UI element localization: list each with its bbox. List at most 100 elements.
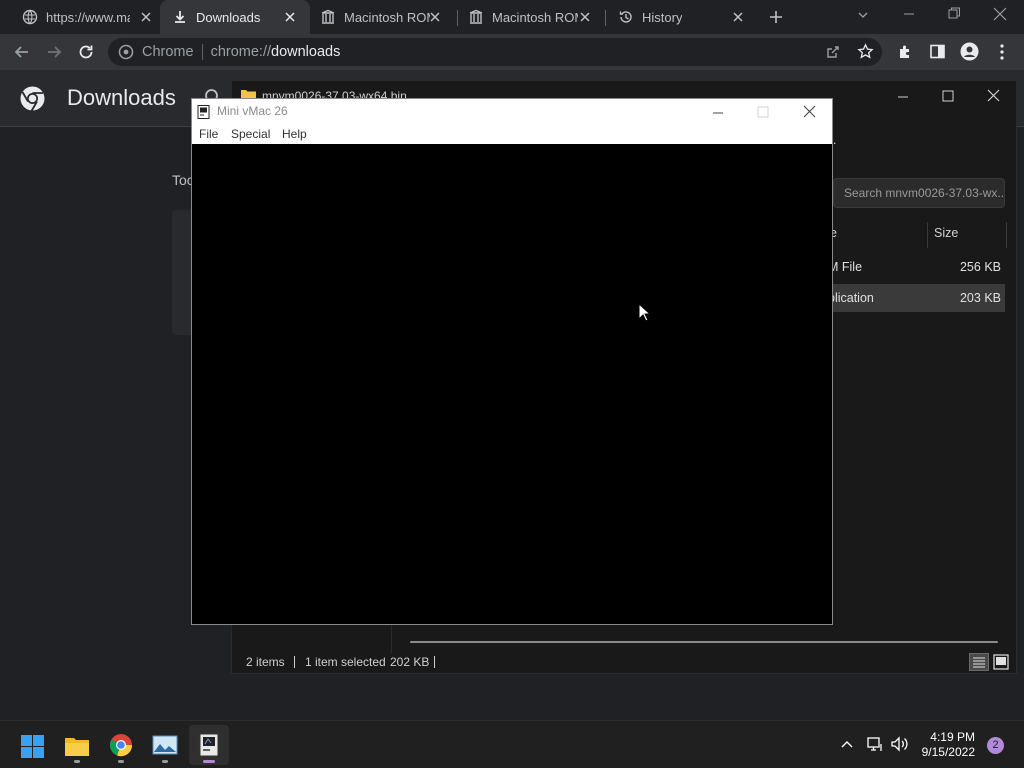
mac-app-icon [197,105,210,119]
taskbar-photos[interactable] [145,725,185,765]
menu-file[interactable]: File [199,127,218,141]
clock-date: 9/15/2022 [921,745,975,759]
url-host: downloads [271,44,341,60]
archive-icon [321,9,335,24]
tab-search-icon[interactable] [856,8,870,22]
column-divider[interactable] [927,222,928,248]
mini-vmac-window: Mini vMac 26 File Special Help [191,98,833,625]
reload-icon[interactable] [77,43,95,61]
explorer-status-bar: 2 items 1 item selected 202 KB [232,649,1018,675]
emulator-screen[interactable] [192,144,832,624]
forward-arrow-icon[interactable] [45,43,63,61]
back-arrow-icon[interactable] [13,43,31,61]
taskbar-chrome[interactable] [101,725,141,765]
page-title: Downloads [67,85,176,110]
file-row[interactable]: M File 256 KB [825,253,1005,281]
file-row-selected[interactable]: plication 203 KB [825,284,1005,312]
globe-icon [22,9,38,25]
chrome-icon [109,734,133,757]
column-divider[interactable] [1006,222,1007,248]
close-icon[interactable] [803,105,816,118]
column-header-size[interactable]: Size [934,226,958,240]
photos-icon [152,735,178,755]
close-tab-icon[interactable] [730,9,746,25]
omnibox-divider [201,44,203,60]
tab-macintosh-rom-1[interactable]: Macintosh ROM [312,0,457,34]
bookmark-star-icon[interactable] [857,43,874,60]
details-view-button[interactable] [969,653,989,671]
running-indicator [118,760,124,763]
close-tab-icon[interactable] [138,9,154,25]
status-selected-size: 202 KB [390,655,430,669]
mini-vmac-menubar: File Special Help [192,125,832,144]
horizontal-scrollbar[interactable] [410,641,998,643]
details-view-icon [973,657,985,668]
menu-help[interactable]: Help [282,127,307,141]
window-minimize-icon[interactable] [903,8,915,20]
profile-avatar-icon[interactable] [960,42,979,61]
minimize-icon[interactable] [897,91,909,103]
mini-vmac-titlebar[interactable]: Mini vMac 26 [192,99,832,125]
running-indicator [162,760,168,763]
chrome-logo-icon [20,86,45,112]
window-close-icon[interactable] [993,7,1007,21]
share-icon[interactable] [825,44,841,60]
file-explorer-icon [65,738,89,756]
history-icon [619,11,632,23]
status-item-count: 2 items [246,655,285,669]
more-options-fragment: . [833,133,837,147]
close-tab-icon[interactable] [577,9,593,25]
status-separator [294,656,295,668]
browser-tab-strip: https://www.ma Downloads Macintosh ROM M… [0,0,1024,34]
running-indicator [74,760,80,763]
mini-vmac-title: Mini vMac 26 [217,104,288,118]
maximize-icon[interactable] [942,90,954,102]
side-panel-icon[interactable] [929,43,946,60]
tab-history[interactable]: History [608,0,758,34]
large-icons-view-button[interactable] [992,653,1010,671]
notification-badge[interactable]: 2 [987,737,1004,754]
large-icons-view-icon [993,654,1009,670]
kebab-menu-icon[interactable] [997,43,1007,61]
tab-macintosh-rom-2[interactable]: Macintosh ROM [460,0,605,34]
close-tab-icon[interactable] [282,9,298,25]
address-bar[interactable]: Chrome chrome://downloads [108,38,882,66]
new-tab-icon[interactable] [768,9,784,25]
status-selected-count: 1 item selected [305,655,386,669]
file-size: 256 KB [959,260,1001,274]
file-type: M File [828,260,863,274]
browser-toolbar: Chrome chrome://downloads [0,34,1024,70]
extensions-puzzle-icon[interactable] [897,43,914,60]
file-type: plication [828,291,874,305]
chevron-up-icon[interactable] [840,737,854,751]
chrome-site-icon[interactable] [118,44,134,60]
close-tab-icon[interactable] [427,9,443,25]
windows-taskbar: 4:19 PM 9/15/2022 2 [0,720,1024,768]
maximize-icon [757,106,769,118]
explorer-search-input[interactable]: Search mnvm0026-37.03-wx... [833,178,1005,208]
tab-website[interactable]: https://www.ma [8,0,158,34]
mini-vmac-icon [199,733,219,757]
minimize-icon[interactable] [712,107,724,119]
windows-start-icon [21,735,44,758]
url-scheme: chrome:// [210,44,272,60]
clock-time: 4:19 PM [930,730,975,744]
window-restore-icon[interactable] [948,7,961,20]
start-button[interactable] [12,725,52,765]
menu-special[interactable]: Special [231,127,270,141]
close-icon[interactable] [987,89,1000,102]
tab-separator [605,10,606,26]
download-icon [175,11,185,23]
tab-downloads[interactable]: Downloads [160,0,310,34]
network-icon[interactable] [866,735,884,753]
site-chip-label: Chrome [142,44,194,60]
taskbar-file-explorer[interactable] [57,725,97,765]
mouse-cursor-icon [638,303,652,322]
taskbar-mini-vmac[interactable] [189,725,229,765]
archive-icon [469,9,483,24]
tab-separator [457,10,458,26]
active-indicator [203,760,215,763]
status-separator [434,656,435,668]
file-size: 203 KB [959,291,1001,305]
system-clock[interactable]: 4:19 PM 9/15/2022 [905,730,975,760]
